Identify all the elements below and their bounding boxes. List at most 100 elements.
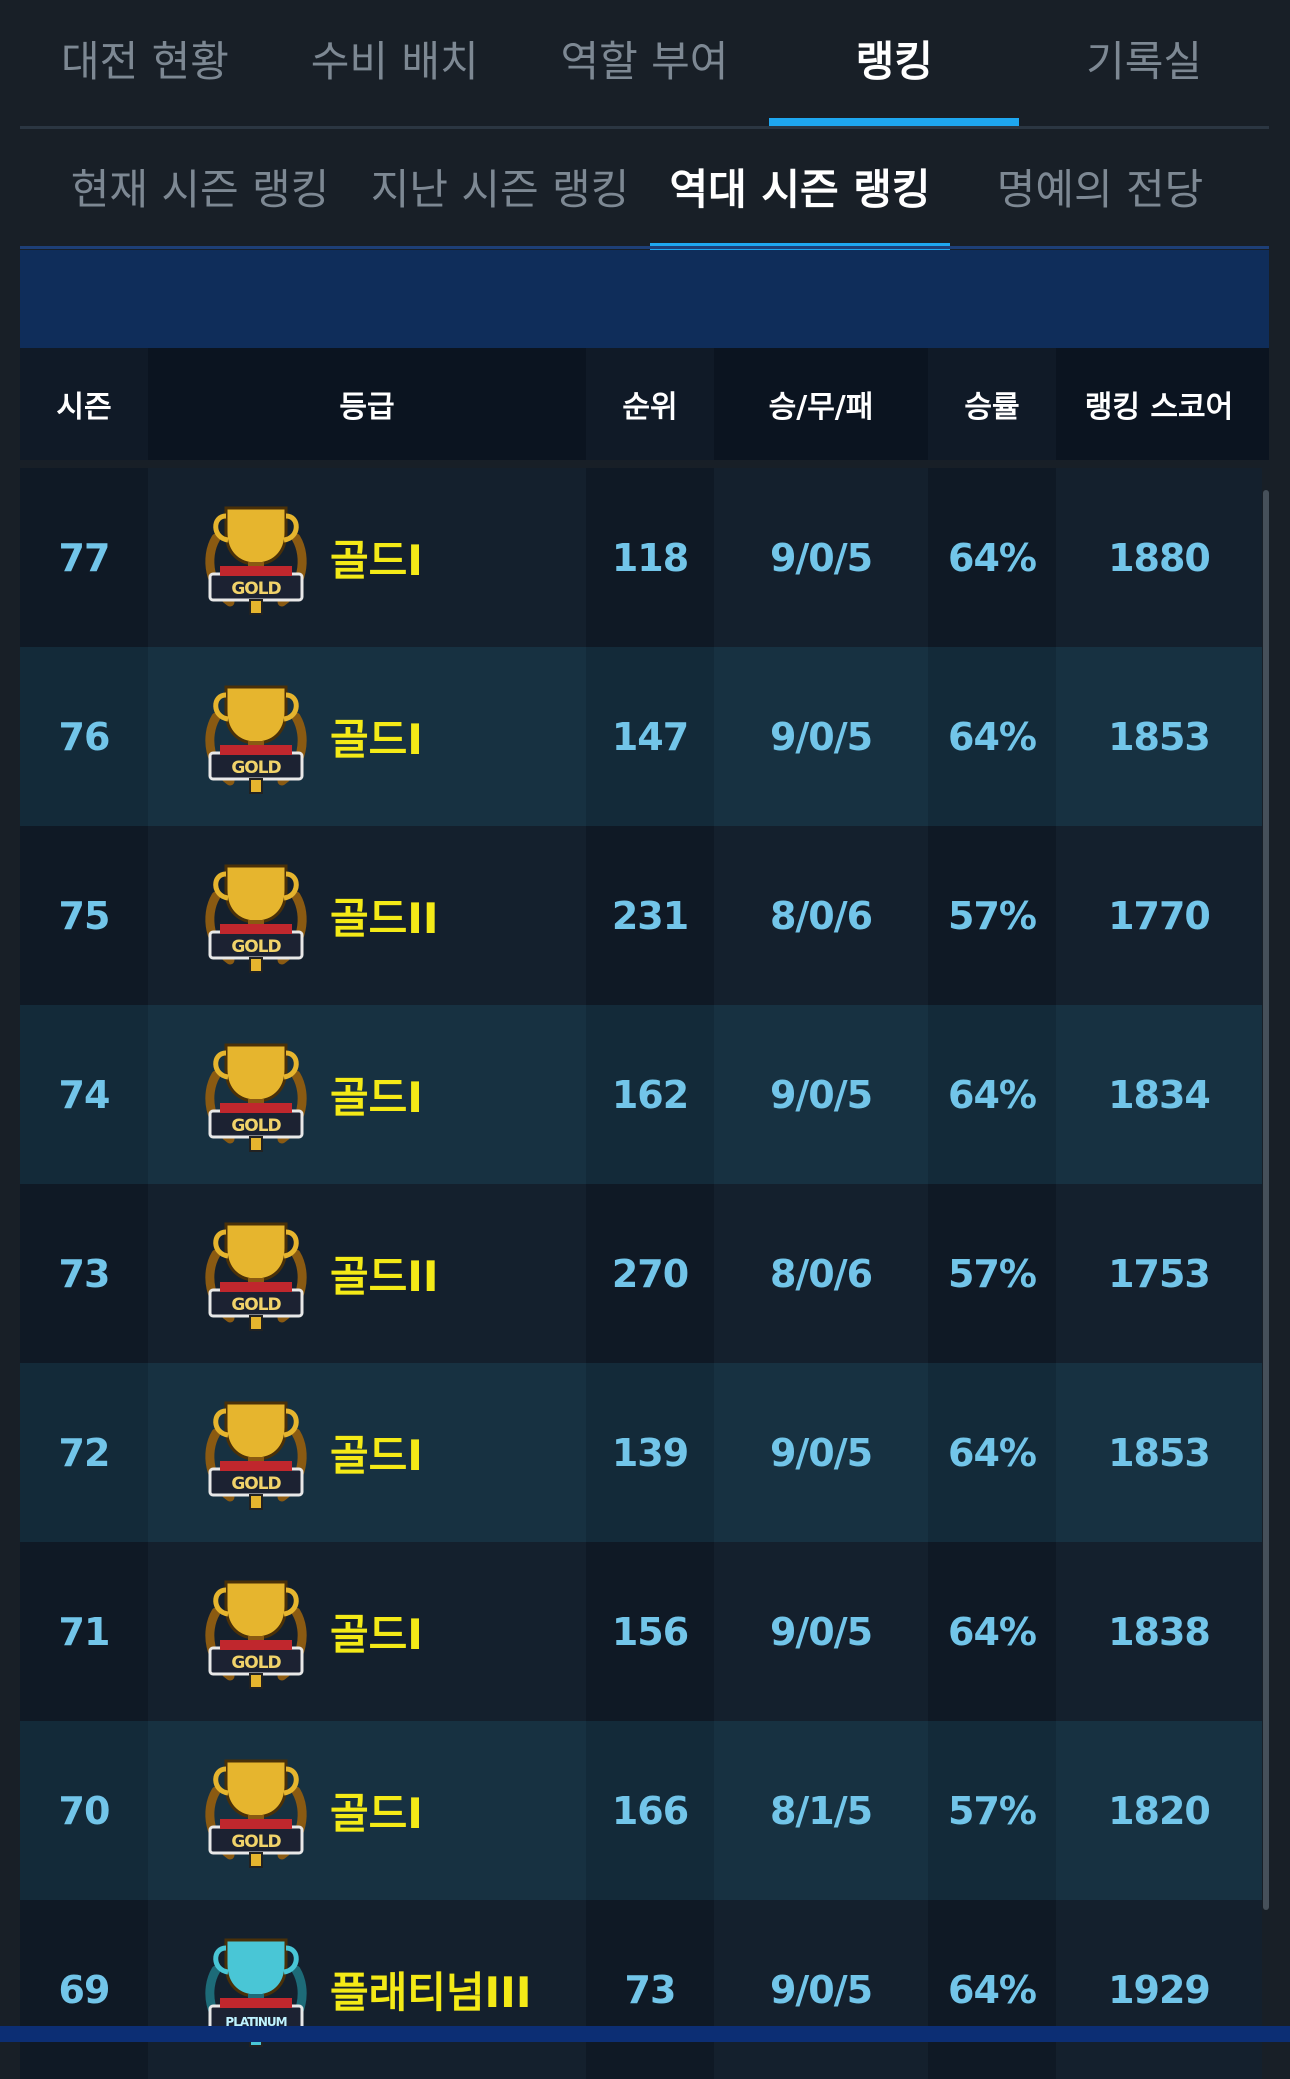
tab-match-status[interactable]: 대전 현황	[20, 0, 270, 126]
subtab-hall-of-fame[interactable]: 명예의 전당	[950, 129, 1250, 251]
header-score: 랭킹 스코어	[1084, 390, 1234, 425]
bottom-bar	[0, 2026, 1290, 2042]
table-row[interactable]: 69 PLATINUM 플래티넘III 73 9/0/5 64% 1929	[20, 1900, 1262, 2079]
tab-defense-placement[interactable]: 수비 배치	[270, 0, 520, 126]
score-cell: 1834	[1108, 1072, 1211, 1117]
grade-cell: GOLD 골드I	[148, 1005, 586, 1184]
header-banner	[20, 250, 1269, 348]
season-cell: 75	[20, 826, 148, 1005]
rank-cell: 166	[586, 1721, 714, 1900]
gold-trophy-icon: GOLD	[196, 1214, 316, 1334]
header-grade: 등급	[339, 390, 395, 425]
season-cell: 70	[20, 1721, 148, 1900]
record-cell: 9/0/5	[769, 1609, 873, 1654]
score-cell: 1880	[1108, 535, 1211, 580]
table-row[interactable]: 77 GOLD 골드I 118 9/0/5 64% 1880	[20, 468, 1262, 647]
subtab-current-season[interactable]: 현재 시즌 랭킹	[50, 129, 350, 251]
svg-text:GOLD: GOLD	[231, 1116, 281, 1136]
table-row[interactable]: 76 GOLD 골드I 147 9/0/5 64% 1853	[20, 647, 1262, 826]
gold-trophy-icon: GOLD	[196, 1572, 316, 1692]
gold-trophy-icon: GOLD	[196, 1751, 316, 1871]
season-cell: 72	[20, 1363, 148, 1542]
season-cell: 69	[20, 1900, 148, 2079]
rank-cell: 73	[586, 1900, 714, 2079]
sub-tab-bar: 현재 시즌 랭킹 지난 시즌 랭킹 역대 시즌 랭킹 명예의 전당	[50, 129, 1250, 251]
score-cell: 1820	[1108, 1788, 1211, 1833]
table-row[interactable]: 70 GOLD 골드I 166 8/1/5 57% 1820	[20, 1721, 1262, 1900]
grade-name: 플래티넘III	[330, 1968, 532, 2017]
record-cell: 8/0/6	[769, 893, 873, 938]
season-cell: 74	[20, 1005, 148, 1184]
grade-name: 골드I	[330, 1073, 423, 1122]
tab-records[interactable]: 기록실	[1019, 0, 1269, 126]
grade-name: 골드I	[330, 536, 423, 585]
tab-role-assignment[interactable]: 역할 부여	[520, 0, 770, 126]
score-cell: 1838	[1108, 1609, 1211, 1654]
season-cell: 71	[20, 1542, 148, 1721]
table-header: 시즌 등급 순위 승/무/패 승률 랭킹 스코어	[20, 348, 1269, 460]
gold-trophy-icon: GOLD	[196, 1393, 316, 1513]
sub-tab-divider	[20, 246, 1269, 249]
winrate-cell: 57%	[928, 1721, 1056, 1900]
record-cell: 9/0/5	[769, 1072, 873, 1117]
grade-cell: GOLD 골드I	[148, 1363, 586, 1542]
grade-cell: GOLD 골드I	[148, 1542, 586, 1721]
tab-ranking[interactable]: 랭킹	[769, 0, 1019, 126]
grade-cell: GOLD 골드I	[148, 647, 586, 826]
score-cell: 1929	[1108, 1967, 1211, 2012]
top-tab-bar: 대전 현황 수비 배치 역할 부여 랭킹 기록실	[20, 0, 1269, 126]
score-cell: 1770	[1108, 893, 1211, 938]
rank-cell: 162	[586, 1005, 714, 1184]
rank-cell: 231	[586, 826, 714, 1005]
grade-name: 골드I	[330, 1431, 423, 1480]
table-row[interactable]: 71 GOLD 골드I 156 9/0/5 64% 1838	[20, 1542, 1262, 1721]
grade-name: 골드II	[330, 894, 439, 943]
scrollbar[interactable]	[1263, 490, 1269, 1910]
table-body[interactable]: 77 GOLD 골드I 118 9/0/5 64% 1880 76 GOLD 골드I 147 9/0/…	[20, 468, 1262, 2079]
record-cell: 9/0/5	[769, 1430, 873, 1475]
winrate-cell: 64%	[928, 468, 1056, 647]
subtab-all-seasons[interactable]: 역대 시즌 랭킹	[650, 129, 950, 251]
winrate-cell: 64%	[928, 1005, 1056, 1184]
rank-cell: 118	[586, 468, 714, 647]
winrate-cell: 64%	[928, 1363, 1056, 1542]
grade-name: 골드I	[330, 1610, 423, 1659]
winrate-cell: 57%	[928, 1184, 1056, 1363]
gold-trophy-icon: GOLD	[196, 677, 316, 797]
score-cell: 1753	[1108, 1251, 1211, 1296]
table-row[interactable]: 72 GOLD 골드I 139 9/0/5 64% 1853	[20, 1363, 1262, 1542]
winrate-cell: 64%	[928, 647, 1056, 826]
ranking-table: 시즌 등급 순위 승/무/패 승률 랭킹 스코어 77 GOLD 골드I 118 9/0…	[20, 348, 1269, 2079]
score-cell: 1853	[1108, 714, 1211, 759]
rank-cell: 270	[586, 1184, 714, 1363]
rank-cell: 139	[586, 1363, 714, 1542]
gold-trophy-icon: GOLD	[196, 498, 316, 618]
grade-name: 골드I	[330, 1789, 423, 1838]
header-season: 시즌	[20, 348, 148, 460]
grade-name: 골드I	[330, 715, 423, 764]
table-row[interactable]: 74 GOLD 골드I 162 9/0/5 64% 1834	[20, 1005, 1262, 1184]
record-cell: 8/0/6	[769, 1251, 873, 1296]
svg-text:GOLD: GOLD	[231, 937, 281, 957]
season-cell: 76	[20, 647, 148, 826]
score-cell: 1853	[1108, 1430, 1211, 1475]
winrate-cell: 57%	[928, 826, 1056, 1005]
record-cell: 9/0/5	[769, 535, 873, 580]
record-cell: 9/0/5	[769, 714, 873, 759]
svg-text:GOLD: GOLD	[231, 1295, 281, 1315]
table-row[interactable]: 75 GOLD 골드II 231 8/0/6 57% 1770	[20, 826, 1262, 1005]
ranking-screen: 대전 현황 수비 배치 역할 부여 랭킹 기록실 현재 시즌 랭킹 지난 시즌 …	[20, 0, 1269, 2079]
header-rank: 순위	[586, 348, 714, 460]
winrate-cell: 64%	[928, 1900, 1056, 2079]
season-cell: 73	[20, 1184, 148, 1363]
grade-cell: GOLD 골드I	[148, 1721, 586, 1900]
grade-cell: GOLD 골드II	[148, 1184, 586, 1363]
svg-text:GOLD: GOLD	[231, 1653, 281, 1673]
table-row[interactable]: 73 GOLD 골드II 270 8/0/6 57% 1753	[20, 1184, 1262, 1363]
gold-trophy-icon: GOLD	[196, 1035, 316, 1155]
subtab-last-season[interactable]: 지난 시즌 랭킹	[350, 129, 650, 251]
svg-text:GOLD: GOLD	[231, 1474, 281, 1494]
season-cell: 77	[20, 468, 148, 647]
grade-cell: GOLD 골드I	[148, 468, 586, 647]
svg-text:GOLD: GOLD	[231, 758, 281, 778]
